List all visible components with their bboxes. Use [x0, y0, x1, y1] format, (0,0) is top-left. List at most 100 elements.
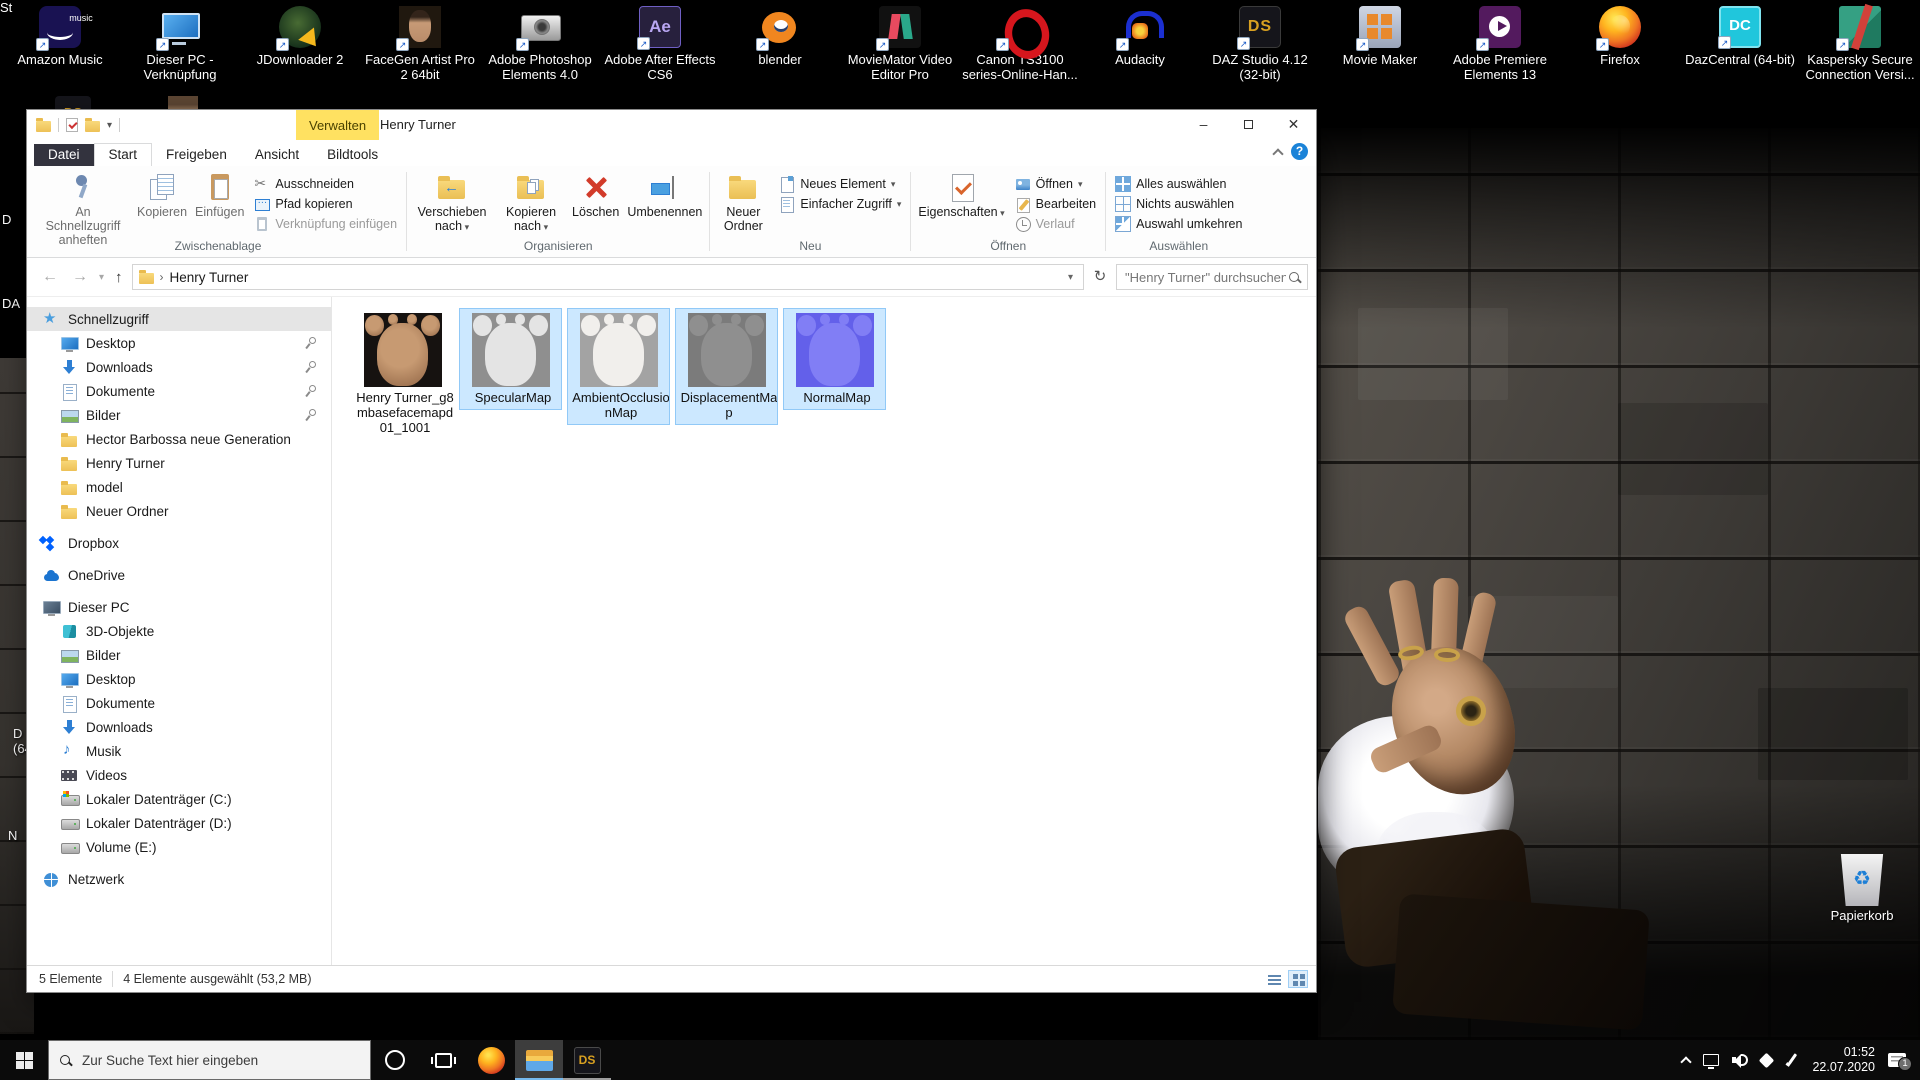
ribbon-tab[interactable]: Start	[94, 143, 153, 166]
edit-button[interactable]: Bearbeiten	[1011, 194, 1100, 214]
sidebar-item[interactable]: Musik	[27, 739, 331, 763]
sidebar-item[interactable]: Bilder	[27, 643, 331, 667]
taskbar-search-input[interactable]	[80, 1052, 360, 1069]
recycle-bin-icon[interactable]: ♻	[1838, 854, 1886, 906]
desktop-icon[interactable]: Movie Maker	[1320, 6, 1440, 82]
search-box[interactable]	[1116, 264, 1308, 290]
sidebar-item[interactable]: Videos	[27, 763, 331, 787]
taskbar-file-explorer[interactable]	[515, 1040, 563, 1080]
recycle-bin-label[interactable]: Papierkorb	[1812, 908, 1912, 923]
desktop-icon[interactable]: DAZ Studio 4.12 (32-bit)	[1200, 6, 1320, 82]
sidebar-item[interactable]: Volume (E:)	[27, 835, 331, 859]
address-dropdown-caret[interactable]: ▾	[1064, 272, 1077, 283]
easy-access-button[interactable]: Einfacher Zugriff▾	[775, 194, 905, 214]
sidebar-item[interactable]: model	[27, 475, 331, 499]
desktop-icon[interactable]: FaceGen Artist Pro 2 64bit	[360, 6, 480, 82]
sidebar-item[interactable]: Dokumente	[27, 379, 331, 403]
task-view-button[interactable]	[419, 1040, 467, 1080]
ribbon-tab[interactable]: Datei	[34, 144, 94, 166]
new-item-button[interactable]: Neues Element▾	[775, 174, 905, 194]
cut-button[interactable]: Ausschneiden	[250, 174, 401, 194]
qat-customize-caret[interactable]: ▾	[107, 120, 112, 131]
tray-expand-chevron-icon[interactable]	[1681, 1056, 1692, 1067]
folder-icon[interactable]	[36, 121, 51, 132]
title-bar[interactable]: ▾ Verwalten Henry Turner – ✕	[27, 110, 1316, 140]
taskbar-daz-studio[interactable]: DS	[563, 1040, 611, 1080]
details-view-button[interactable]	[1264, 970, 1284, 988]
help-icon[interactable]: ?	[1291, 143, 1308, 160]
minimize-button[interactable]: –	[1181, 110, 1226, 140]
ribbon-tab[interactable]: Bildtools	[313, 144, 392, 166]
pen-tray-icon[interactable]	[1785, 1053, 1799, 1067]
forward-button[interactable]: →	[67, 268, 93, 286]
sidebar-item[interactable]: Dieser PC	[27, 595, 331, 619]
paste-shortcut-button[interactable]: Verknüpfung einfügen	[250, 214, 401, 234]
pin-to-quick-access-button[interactable]: An Schnellzugriff anheften	[33, 168, 133, 247]
rename-button[interactable]: Umbenennen	[623, 168, 706, 219]
sidebar-item[interactable]: Schnellzugriff	[27, 307, 331, 331]
desktop-icon[interactable]: Kaspersky Secure Connection Versi...	[1800, 6, 1920, 82]
file-item[interactable]: NormalMap	[784, 309, 885, 409]
desktop-icon[interactable]: Canon TS3100 series-Online-Han...	[960, 6, 1080, 82]
desktop-icon[interactable]: Adobe Photoshop Elements 4.0	[480, 6, 600, 82]
sidebar-item[interactable]: Bilder	[27, 403, 331, 427]
network-icon[interactable]	[1703, 1054, 1719, 1066]
desktop-icon[interactable]: Dieser PC - Verknüpfung	[120, 6, 240, 82]
back-button[interactable]: ←	[37, 268, 63, 286]
sidebar-item[interactable]: Downloads	[27, 715, 331, 739]
properties-check-icon[interactable]	[66, 118, 78, 132]
sidebar-item[interactable]: Neuer Ordner	[27, 499, 331, 523]
desktop-icon[interactable]: DazCentral (64-bit)	[1680, 6, 1800, 82]
sidebar-item[interactable]: Dropbox	[27, 531, 331, 555]
desktop-icon[interactable]: MovieMator Video Editor Pro	[840, 6, 960, 82]
file-item[interactable]: DisplacementMap	[676, 309, 777, 424]
invert-selection-button[interactable]: Auswahl umkehren	[1111, 214, 1246, 234]
file-item[interactable]: AmbientOcclusionMap	[568, 309, 669, 424]
delete-button[interactable]: Löschen	[568, 168, 623, 219]
volume-icon[interactable]	[1732, 1053, 1748, 1067]
up-button[interactable]: ↑	[110, 269, 128, 286]
desktop-icon[interactable]: Audacity	[1080, 6, 1200, 82]
copy-path-button[interactable]: Pfad kopieren	[250, 194, 401, 214]
sidebar-item[interactable]: Hector Barbossa neue Generation	[27, 427, 331, 451]
collapse-ribbon-icon[interactable]	[1272, 148, 1283, 159]
desktop-icon[interactable]: Adobe After Effects CS6	[600, 6, 720, 82]
search-input[interactable]	[1123, 269, 1288, 286]
dropbox-tray-icon[interactable]	[1759, 1052, 1775, 1068]
history-button[interactable]: Verlauf	[1011, 214, 1100, 234]
move-to-button[interactable]: ← Verschieben nach	[410, 168, 494, 234]
new-folder-button[interactable]: Neuer Ordner	[713, 168, 773, 233]
sidebar-item[interactable]: Lokaler Datenträger (C:)	[27, 787, 331, 811]
desktop-icon[interactable]: blender	[720, 6, 840, 82]
notification-center-icon[interactable]: 1	[1888, 1053, 1906, 1067]
close-button[interactable]: ✕	[1271, 110, 1316, 140]
manage-contextual-header[interactable]: Verwalten	[296, 110, 379, 140]
ribbon-tab[interactable]: Ansicht	[241, 144, 313, 166]
taskbar-search[interactable]	[48, 1040, 371, 1080]
new-folder-icon[interactable]	[85, 121, 100, 132]
open-button[interactable]: Öffnen▾	[1011, 174, 1100, 194]
ribbon-tab[interactable]: Freigeben	[152, 144, 241, 166]
breadcrumb[interactable]: Henry Turner	[170, 270, 249, 285]
sidebar-item[interactable]: Desktop	[27, 331, 331, 355]
address-bar[interactable]: › Henry Turner ▾	[132, 264, 1084, 290]
sidebar-item[interactable]: Dokumente	[27, 691, 331, 715]
properties-button[interactable]: Eigenschaften	[914, 168, 1008, 220]
desktop-icon[interactable]: JDownloader 2	[240, 6, 360, 82]
select-all-button[interactable]: Alles auswählen	[1111, 174, 1246, 194]
desktop-icon[interactable]: Adobe Premiere Elements 13	[1440, 6, 1560, 82]
select-none-button[interactable]: Nichts auswählen	[1111, 194, 1246, 214]
copy-to-button[interactable]: Kopieren nach	[494, 168, 568, 234]
sidebar-item[interactable]: Lokaler Datenträger (D:)	[27, 811, 331, 835]
sidebar-item[interactable]: Downloads	[27, 355, 331, 379]
file-list-pane[interactable]: Henry Turner_g8mbasefacemapd01_1001 Spec…	[332, 297, 1316, 965]
large-icons-view-button[interactable]	[1288, 970, 1308, 988]
start-button[interactable]	[0, 1040, 48, 1080]
desktop-icon[interactable]: Amazon Music	[0, 6, 120, 82]
sidebar-item[interactable]: OneDrive	[27, 563, 331, 587]
recent-locations-caret[interactable]: ▾	[97, 272, 106, 283]
file-item[interactable]: Henry Turner_g8mbasefacemapd01_1001	[352, 309, 453, 439]
refresh-button[interactable]: ↻	[1088, 264, 1112, 290]
cortana-button[interactable]	[371, 1040, 419, 1080]
file-item[interactable]: SpecularMap	[460, 309, 561, 409]
